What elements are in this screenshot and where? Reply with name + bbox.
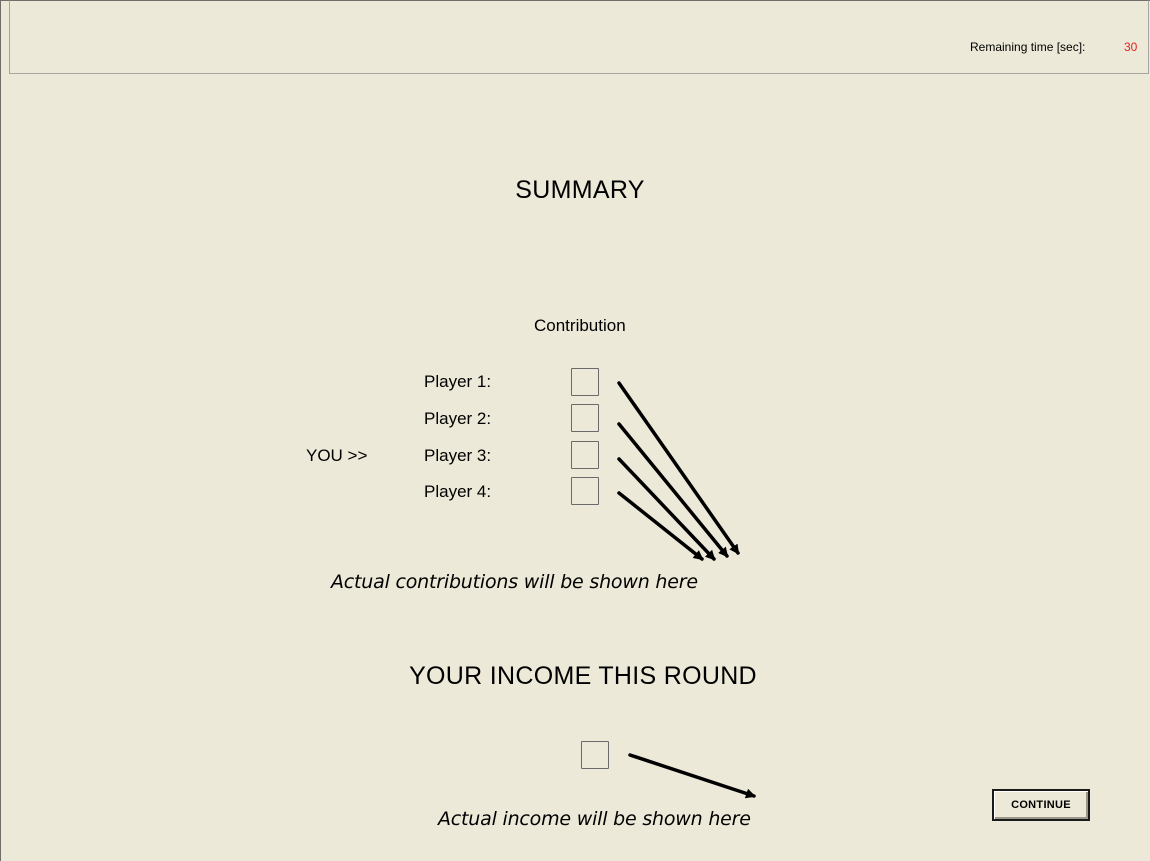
arrow-income — [628, 753, 756, 799]
arrow-player-1 — [617, 381, 740, 555]
income-note: Actual income will be shown here — [438, 808, 751, 830]
continue-button[interactable]: CONTINUE — [992, 789, 1090, 821]
arrow-player-3 — [617, 457, 716, 561]
contributions-note: Actual contributions will be shown here — [331, 571, 698, 593]
income-title: YOUR INCOME THIS ROUND — [409, 662, 757, 690]
income-box — [581, 741, 609, 769]
annotation-arrows — [617, 381, 756, 799]
